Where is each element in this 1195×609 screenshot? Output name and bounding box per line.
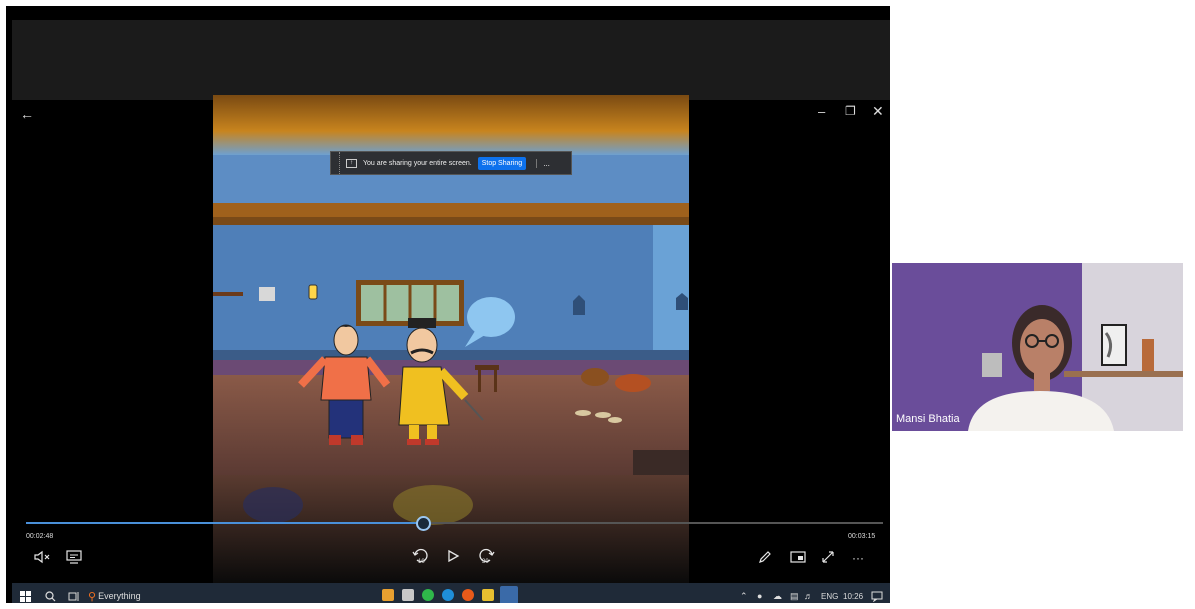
screen-share-toolbar: ↑ You are sharing your entire screen. St… xyxy=(330,151,572,175)
taskbar: ⚲ Everything ⌃ ● ☁ ▤ ♬ ENG 10:26 xyxy=(12,583,890,603)
everything-search-app[interactable]: ⚲ Everything xyxy=(88,583,141,603)
more-icon[interactable]: ··· xyxy=(852,551,864,565)
language-indicator[interactable]: ENG xyxy=(821,583,838,603)
volume-icon[interactable]: ♬ xyxy=(804,583,813,603)
fullscreen-icon[interactable] xyxy=(821,550,835,567)
windows-start-icon[interactable] xyxy=(20,583,31,603)
miniplayer-icon[interactable] xyxy=(790,550,806,567)
chrome-icon[interactable] xyxy=(422,589,434,601)
notifications-icon[interactable] xyxy=(871,583,883,603)
skip-forward-label: 30 xyxy=(482,559,489,565)
microphone-icon[interactable]: ● xyxy=(757,583,762,603)
clock[interactable]: 10:26 xyxy=(843,583,863,603)
seek-bar[interactable] xyxy=(26,516,883,531)
minimize-icon[interactable]: – xyxy=(818,104,825,119)
current-time: 00:02:48 xyxy=(26,533,54,540)
chevron-up-icon[interactable]: ⌃ xyxy=(740,583,748,603)
media-player-icon[interactable] xyxy=(500,586,518,603)
drag-handle[interactable] xyxy=(331,152,340,174)
magnifier-orange-icon: ⚲ xyxy=(88,590,97,603)
cloud-icon[interactable]: ☁ xyxy=(773,583,782,603)
store-icon[interactable] xyxy=(402,589,414,601)
captions-icon[interactable] xyxy=(66,550,82,567)
file-explorer-icon[interactable] xyxy=(482,589,494,601)
share-screen-icon: ↑ xyxy=(346,158,357,168)
share-message: You are sharing your entire screen. xyxy=(363,159,472,167)
edge-icon[interactable] xyxy=(442,589,454,601)
seek-thumb[interactable] xyxy=(415,516,431,531)
skip-back-label: 10 xyxy=(418,559,425,565)
restore-icon[interactable]: ❐ xyxy=(845,104,856,118)
network-icon[interactable]: ▤ xyxy=(790,583,799,603)
shared-screen: ← – ❐ ✕ ↑ You are sharing your entire sc… xyxy=(6,6,890,603)
pen-icon[interactable] xyxy=(758,550,772,567)
seek-bar-fill xyxy=(26,522,423,524)
skip-forward-button[interactable]: 30 xyxy=(476,547,496,568)
participant-name: Mansi Bhatia xyxy=(896,413,960,425)
participant-video xyxy=(892,263,1183,431)
speaker-muted-icon[interactable] xyxy=(34,550,50,567)
participant-video-tile[interactable]: Mansi Bhatia xyxy=(892,263,1183,431)
share-more-button[interactable]: ... xyxy=(536,158,550,168)
play-icon[interactable] xyxy=(446,549,460,566)
firefox-icon[interactable] xyxy=(462,589,474,601)
total-time: 00:03:15 xyxy=(848,533,876,540)
skip-back-button[interactable]: 10 xyxy=(411,547,431,568)
stop-sharing-button[interactable]: Stop Sharing xyxy=(477,156,527,170)
close-icon[interactable]: ✕ xyxy=(872,103,884,120)
arrow-left-icon[interactable]: ← xyxy=(20,106,34,122)
top-band xyxy=(12,20,890,100)
search-icon[interactable] xyxy=(45,583,56,603)
vlc-icon[interactable] xyxy=(382,589,394,601)
everything-label: Everything xyxy=(98,591,141,601)
task-view-icon[interactable] xyxy=(68,583,80,603)
